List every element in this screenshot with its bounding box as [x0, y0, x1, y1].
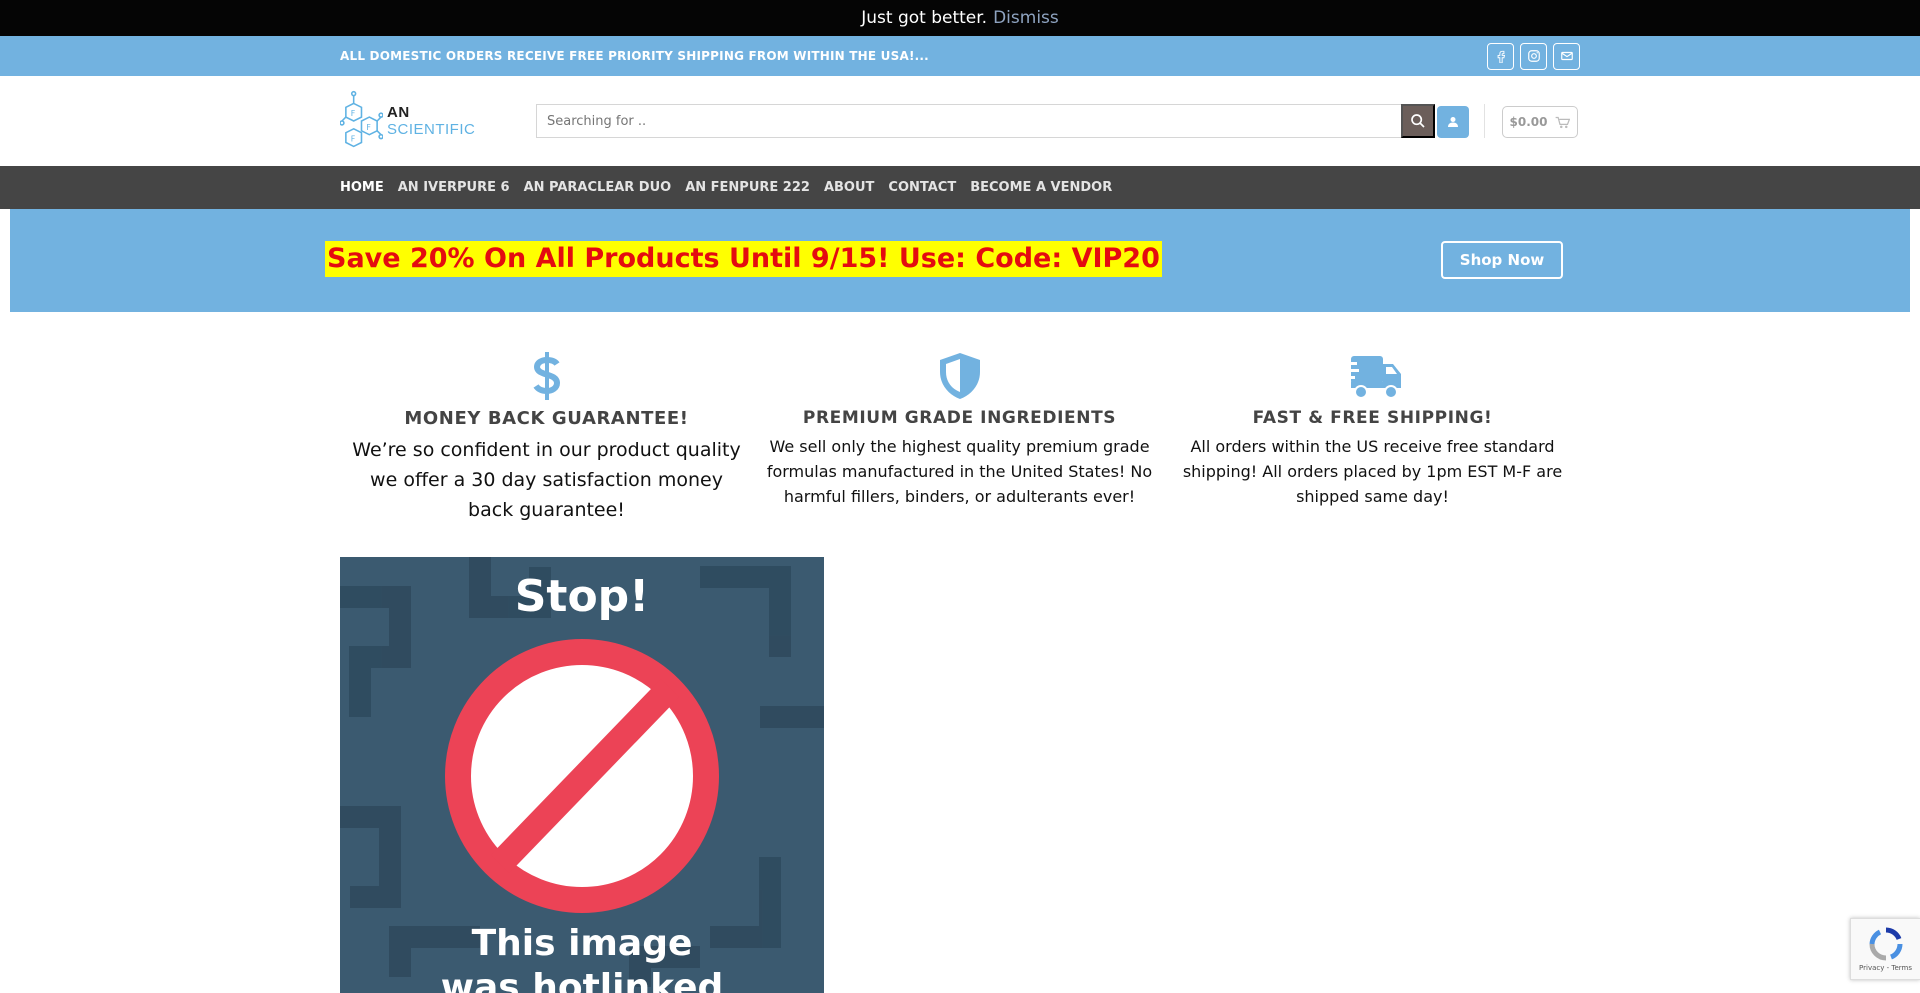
dismiss-link[interactable]: Dismiss	[993, 8, 1059, 28]
feature-text: All orders within the US receive free st…	[1182, 437, 1563, 506]
recaptcha-links[interactable]: Privacy - Terms	[1859, 964, 1912, 972]
promo-banner: Save 20% On All Products Until 9/15! Use…	[10, 209, 1910, 312]
logo-wordmark: AN SCIENTIFIC	[387, 104, 500, 138]
recaptcha-badge[interactable]: Privacy - Terms	[1850, 918, 1920, 980]
molecule-logo-icon: F F F	[340, 90, 383, 148]
svg-text:F: F	[366, 123, 371, 132]
dollar-icon	[533, 352, 560, 400]
feature-premium-ingredients: PREMIUM GRADE INGREDIENTS We sell only t…	[753, 352, 1166, 525]
social-links	[1487, 42, 1580, 70]
search-button[interactable]	[1401, 104, 1435, 138]
header-divider	[1484, 104, 1485, 138]
notice-text: Just got better.	[861, 8, 988, 28]
features-row: MONEY BACK GUARANTEE! We’re so confident…	[0, 352, 1920, 525]
nav-become-vendor[interactable]: BECOME A VENDOR	[970, 180, 1112, 195]
logo-scientific: SCIENTIFIC	[386, 121, 476, 138]
nav-contact[interactable]: CONTACT	[888, 180, 956, 195]
truck-icon	[1342, 356, 1401, 399]
account-button[interactable]	[1437, 106, 1469, 138]
feature-title: MONEY BACK GUARANTEE!	[404, 408, 689, 429]
nav-paraclear[interactable]: AN PARACLEAR DUO	[524, 180, 672, 195]
hotlink-line-1: This image	[471, 923, 693, 964]
feature-fast-shipping: FAST & FREE SHIPPING! All orders within …	[1166, 352, 1579, 525]
feature-title: PREMIUM GRADE INGREDIENTS	[802, 408, 1117, 428]
main-nav: HOME AN IVERPURE 6 AN PARACLEAR DUO AN F…	[0, 166, 1920, 209]
search-icon	[1411, 114, 1425, 128]
svg-text:F: F	[351, 109, 356, 118]
feature-text: We’re so confident in our product qualit…	[352, 439, 741, 521]
shield-icon	[939, 353, 980, 399]
cart-button[interactable]: $0.00	[1502, 106, 1578, 138]
feature-money-back: MONEY BACK GUARANTEE! We’re so confident…	[340, 352, 753, 525]
nav-home[interactable]: HOME	[340, 180, 384, 195]
site-header: F F F AN SCIENTIFIC $0.00	[0, 76, 1920, 166]
feature-title: FAST & FREE SHIPPING!	[1252, 408, 1493, 428]
instagram-icon[interactable]	[1520, 42, 1547, 70]
site-logo[interactable]: F F F AN SCIENTIFIC	[340, 86, 500, 156]
search-input[interactable]	[536, 104, 1401, 138]
notice-bar: Just got better. Dismiss	[0, 0, 1920, 36]
user-icon	[1448, 117, 1458, 127]
cart-total: $0.00	[1509, 115, 1548, 129]
shipping-message: ALL DOMESTIC ORDERS RECEIVE FREE PRIORIT…	[340, 49, 929, 63]
hotlink-line-2: was hotlinked	[440, 967, 724, 993]
facebook-icon[interactable]	[1487, 42, 1514, 70]
nav-fenpure[interactable]: AN FENPURE 222	[685, 180, 810, 195]
logo-an: AN	[386, 104, 410, 121]
search-form	[536, 104, 1435, 138]
promo-text: Save 20% On All Products Until 9/15! Use…	[325, 241, 1162, 277]
top-bar: ALL DOMESTIC ORDERS RECEIVE FREE PRIORIT…	[0, 36, 1920, 76]
nav-about[interactable]: ABOUT	[824, 180, 874, 195]
hotlink-stop-text: Stop!	[514, 571, 650, 622]
cart-icon	[1556, 116, 1571, 128]
recaptcha-icon	[1869, 927, 1902, 961]
email-icon[interactable]	[1553, 42, 1580, 70]
shop-now-button[interactable]: Shop Now	[1441, 241, 1563, 279]
hotlinked-image: Stop! This image was hotlinked	[340, 557, 824, 993]
svg-text:F: F	[351, 135, 356, 144]
nav-iverpure[interactable]: AN IVERPURE 6	[398, 180, 510, 195]
feature-text: We sell only the highest quality premium…	[766, 437, 1153, 506]
